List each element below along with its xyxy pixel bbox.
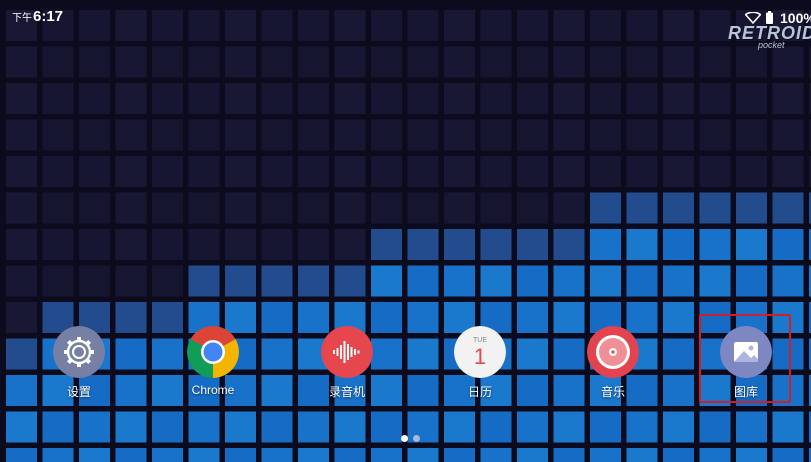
- app-sound-recorder[interactable]: 录音机: [292, 326, 402, 401]
- app-chrome[interactable]: Chrome: [158, 326, 268, 401]
- gallery-highlight-box: [699, 314, 791, 403]
- app-music[interactable]: 音乐: [558, 326, 668, 401]
- app-dock: 设置 Chrome 录音机 TUE 1 日历 音乐 图库: [0, 0, 811, 462]
- app-label: 设置: [66, 385, 91, 399]
- app-label: Chrome: [191, 383, 235, 397]
- chrome-icon[interactable]: [187, 326, 239, 378]
- sound-recorder-icon[interactable]: [321, 326, 373, 378]
- home-screen: 下午6:17 100% RETROID pocket: [0, 0, 811, 462]
- music-disc-icon[interactable]: [587, 326, 639, 378]
- calendar-icon[interactable]: TUE 1: [454, 326, 506, 378]
- app-calendar[interactable]: TUE 1 日历: [425, 326, 535, 401]
- calendar-date: 1: [474, 344, 486, 369]
- page-dot-inactive[interactable]: [413, 435, 420, 442]
- page-indicator[interactable]: [401, 434, 427, 444]
- app-label: 日历: [467, 385, 492, 399]
- app-label: 音乐: [600, 385, 625, 399]
- app-settings[interactable]: 设置: [24, 326, 134, 401]
- page-dot-active[interactable]: [401, 435, 408, 442]
- app-label: 录音机: [328, 385, 365, 399]
- calendar-day: TUE: [473, 337, 487, 344]
- settings-gear-icon[interactable]: [53, 326, 105, 378]
